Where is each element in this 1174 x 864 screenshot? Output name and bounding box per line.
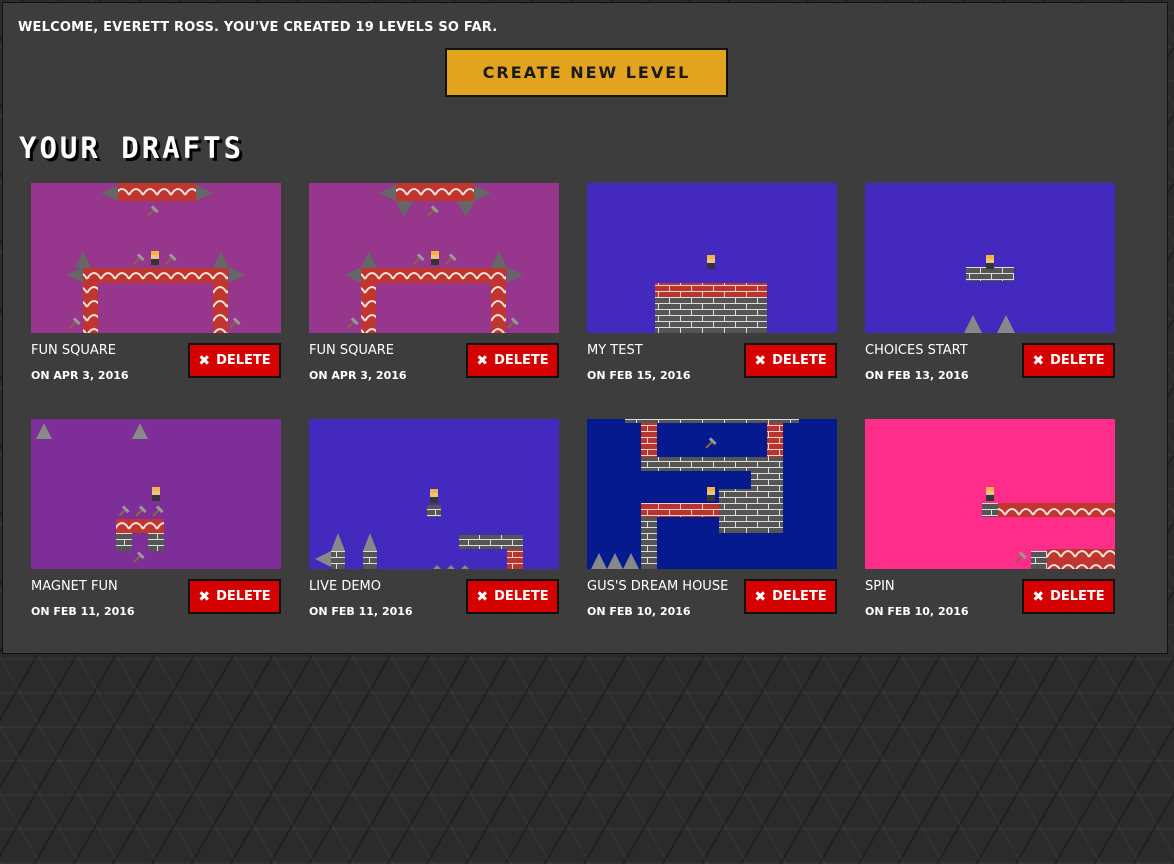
x-icon: ✖ <box>754 352 767 369</box>
draft-name: GUS'S DREAM HOUSE <box>587 579 729 594</box>
level-preview <box>31 183 281 333</box>
x-icon: ✖ <box>1032 352 1045 369</box>
level-thumbnail[interactable] <box>587 183 837 333</box>
draft-card: FUN SQUARE ON APR 3, 2016 ✖ DELETE <box>309 183 559 393</box>
delete-label: DELETE <box>494 353 549 368</box>
draft-date: ON APR 3, 2016 <box>309 369 407 382</box>
delete-label: DELETE <box>216 589 271 604</box>
draft-date: ON FEB 13, 2016 <box>865 369 969 382</box>
level-thumbnail[interactable] <box>309 419 559 569</box>
level-preview <box>865 419 1115 569</box>
delete-button[interactable]: ✖ DELETE <box>188 343 281 378</box>
delete-label: DELETE <box>772 589 827 604</box>
level-preview <box>587 183 837 333</box>
delete-label: DELETE <box>1050 353 1105 368</box>
delete-label: DELETE <box>772 353 827 368</box>
draft-name: FUN SQUARE <box>309 343 394 358</box>
welcome-message: WELCOME, EVERETT ROSS. YOU'VE CREATED 19… <box>18 20 498 35</box>
create-new-level-button[interactable]: CREATE NEW LEVEL <box>445 48 728 97</box>
delete-label: DELETE <box>1050 589 1105 604</box>
x-icon: ✖ <box>198 588 211 605</box>
level-thumbnail[interactable] <box>865 183 1115 333</box>
draft-card: SPIN ON FEB 10, 2016 ✖ DELETE <box>865 419 1115 629</box>
draft-date: ON FEB 10, 2016 <box>587 605 691 618</box>
draft-name: CHOICES START <box>865 343 968 358</box>
x-icon: ✖ <box>476 352 489 369</box>
level-thumbnail[interactable] <box>309 183 559 333</box>
draft-card: MY TEST ON FEB 15, 2016 ✖ DELETE <box>587 183 837 393</box>
delete-label: DELETE <box>494 589 549 604</box>
draft-card: GUS'S DREAM HOUSE ON FEB 10, 2016 ✖ DELE… <box>587 419 837 629</box>
draft-date: ON APR 3, 2016 <box>31 369 129 382</box>
x-icon: ✖ <box>1032 588 1045 605</box>
level-thumbnail[interactable] <box>31 183 281 333</box>
x-icon: ✖ <box>476 588 489 605</box>
draft-card: FUN SQUARE ON APR 3, 2016 ✖ DELETE <box>31 183 281 393</box>
draft-name: LIVE DEMO <box>309 579 381 594</box>
level-preview <box>587 419 837 569</box>
level-thumbnail[interactable] <box>587 419 837 569</box>
delete-button[interactable]: ✖ DELETE <box>188 579 281 614</box>
delete-button[interactable]: ✖ DELETE <box>466 343 559 378</box>
level-preview <box>31 419 281 569</box>
draft-date: ON FEB 11, 2016 <box>31 605 135 618</box>
x-icon: ✖ <box>198 352 211 369</box>
level-thumbnail[interactable] <box>31 419 281 569</box>
draft-name: MY TEST <box>587 343 643 358</box>
levels-panel: WELCOME, EVERETT ROSS. YOU'VE CREATED 19… <box>2 2 1168 654</box>
level-preview <box>309 419 559 569</box>
level-preview <box>309 183 559 333</box>
draft-card: CHOICES START ON FEB 13, 2016 ✖ DELETE <box>865 183 1115 393</box>
draft-date: ON FEB 15, 2016 <box>587 369 691 382</box>
draft-date: ON FEB 11, 2016 <box>309 605 413 618</box>
draft-card: LIVE DEMO ON FEB 11, 2016 ✖ DELETE <box>309 419 559 629</box>
delete-button[interactable]: ✖ DELETE <box>466 579 559 614</box>
level-preview <box>865 183 1115 333</box>
delete-label: DELETE <box>216 353 271 368</box>
delete-button[interactable]: ✖ DELETE <box>744 579 837 614</box>
delete-button[interactable]: ✖ DELETE <box>1022 343 1115 378</box>
delete-button[interactable]: ✖ DELETE <box>744 343 837 378</box>
draft-date: ON FEB 10, 2016 <box>865 605 969 618</box>
delete-button[interactable]: ✖ DELETE <box>1022 579 1115 614</box>
draft-name: FUN SQUARE <box>31 343 116 358</box>
x-icon: ✖ <box>754 588 767 605</box>
drafts-heading: YOUR DRAFTS <box>19 131 245 165</box>
draft-name: SPIN <box>865 579 895 594</box>
draft-name: MAGNET FUN <box>31 579 118 594</box>
level-thumbnail[interactable] <box>865 419 1115 569</box>
draft-card: MAGNET FUN ON FEB 11, 2016 ✖ DELETE <box>31 419 281 629</box>
